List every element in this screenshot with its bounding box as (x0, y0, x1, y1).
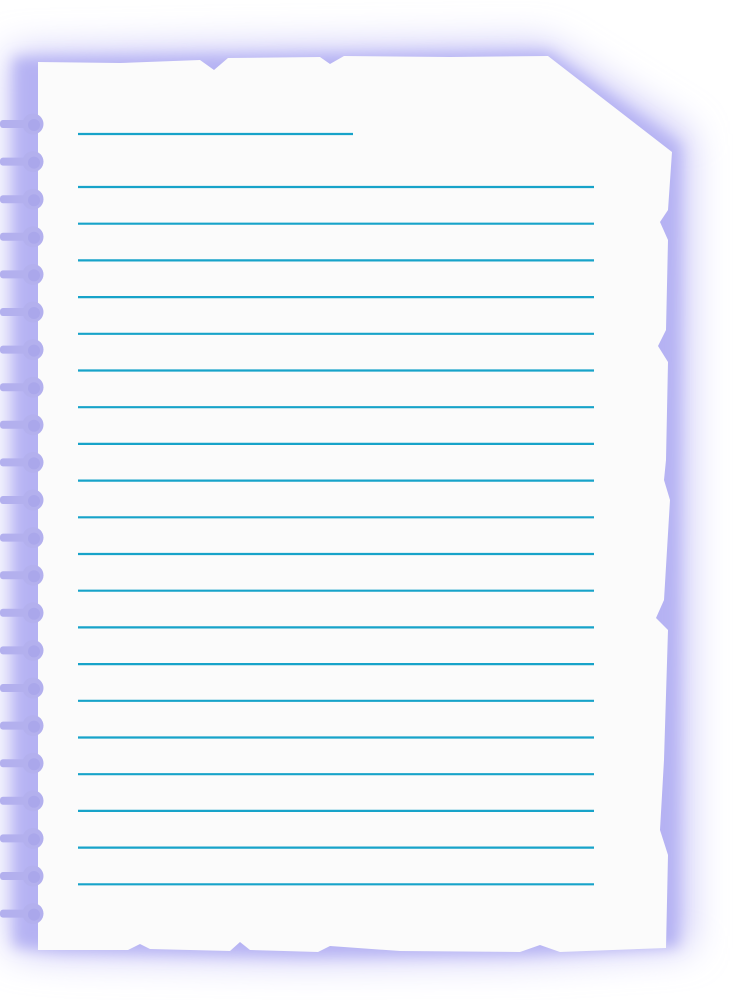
notebook-page-canvas (0, 0, 733, 1000)
paper-sheet (38, 56, 672, 952)
notebook-paper (0, 44, 690, 960)
